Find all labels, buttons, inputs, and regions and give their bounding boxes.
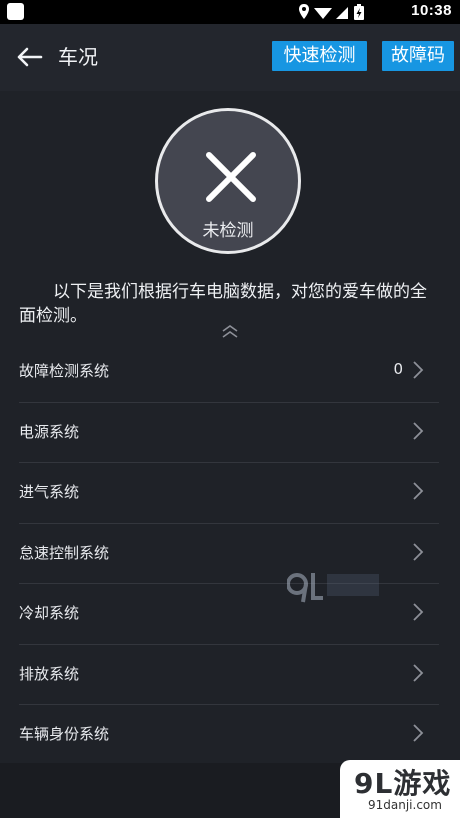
chevron-right-icon <box>413 663 424 682</box>
chevron-right-icon <box>413 361 424 379</box>
system-name: 车辆身份系统 <box>19 725 110 743</box>
quick-check-button[interactable]: 快速检测 <box>272 41 367 71</box>
system-name: 进气系统 <box>19 483 80 501</box>
list-item[interactable]: 故障检测系统 0 <box>19 342 439 403</box>
back-arrow-icon[interactable] <box>14 42 44 72</box>
status-bar: 10:38 <box>0 0 460 24</box>
system-name: 电源系统 <box>19 422 80 441</box>
battery-icon <box>354 4 364 20</box>
list-item[interactable]: 进气系统 <box>19 463 439 524</box>
status-label: 未检测 <box>202 221 254 241</box>
watermark-text: 9L游戏 <box>354 767 452 800</box>
wifi-icon <box>314 8 332 19</box>
fault-code-button[interactable]: 故障码 <box>382 41 454 71</box>
chevron-right-icon <box>413 421 424 440</box>
chevron-right-icon <box>413 603 424 621</box>
page-title: 车况 <box>58 45 98 69</box>
app-bar: 车况 快速检测 故障码 <box>0 24 460 88</box>
watermark-url: 91danji.com <box>368 798 442 812</box>
collapse-up-icon[interactable] <box>220 323 240 339</box>
watermark-logo <box>287 573 379 603</box>
fault-count: 0 <box>393 360 403 378</box>
notification-icon <box>7 3 24 20</box>
list-item[interactable]: 电源系统 <box>19 403 439 463</box>
check-status-circle[interactable]: 未检测 <box>155 108 301 254</box>
list-item[interactable]: 车辆身份系统 <box>19 705 439 765</box>
status-icons <box>299 4 364 20</box>
chevron-right-icon <box>413 724 424 742</box>
watermark-badge: 9L游戏 91danji.com <box>340 760 460 818</box>
signal-icon <box>336 7 348 19</box>
system-name: 排放系统 <box>19 664 80 683</box>
chevron-right-icon <box>413 482 424 500</box>
system-name: 怠速控制系统 <box>19 543 110 562</box>
clock: 10:38 <box>411 2 452 19</box>
chevron-right-icon <box>413 542 424 561</box>
location-icon <box>299 4 309 19</box>
system-list: 故障检测系统 0 电源系统 进气系统 怠速控制系统 冷却系统 排放系统 车辆身份… <box>19 342 439 765</box>
list-item[interactable]: 排放系统 <box>19 645 439 705</box>
system-name: 故障检测系统 <box>19 362 110 380</box>
system-name: 冷却系统 <box>19 604 80 622</box>
description-text: 以下是我们根据行车电脑数据，对您的爱车做的全面检测。 <box>19 282 427 326</box>
main-content: 未检测 以下是我们根据行车电脑数据，对您的爱车做的全面检测。 故障检测系统 0 … <box>0 91 460 763</box>
close-icon <box>206 152 256 202</box>
